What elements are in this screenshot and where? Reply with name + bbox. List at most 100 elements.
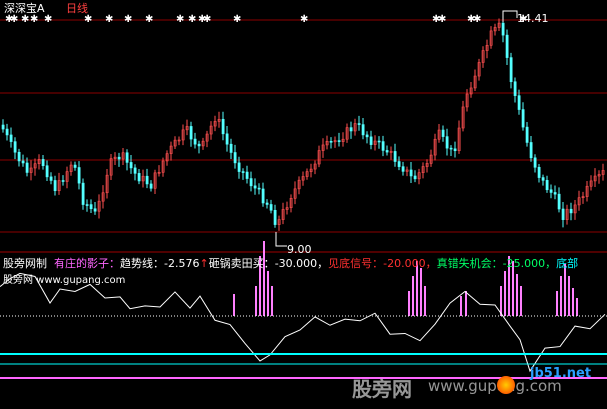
candle-body [17, 151, 21, 162]
indicator-bar [572, 288, 574, 316]
candle-body [365, 134, 369, 138]
stock-chart-window: ✱ ✱ ✱ ✱ ✱ ✱ ✱ ✱ ✱ ✱ ✱ ✱ ✱ ✱ ✱ ✱ ✱ ✱ ✱ ✱ 深深宝A 日线 14.41 9.00 … [0, 0, 607, 409]
candle-body [265, 202, 269, 205]
candle-body [261, 188, 265, 204]
indicator-item: 趋势线： [120, 257, 164, 270]
indicator-bar [412, 276, 414, 316]
candle-body [541, 177, 545, 181]
indicator-values-row: 有庄的影子：趋势线：-2.576↑砸锅卖田买：-30.000，见底信号：-20.… [54, 257, 578, 270]
signal-marker-icon: ✱ [300, 14, 308, 25]
candle-body [81, 182, 85, 205]
signal-marker-icon: ✱ [176, 14, 184, 25]
indicator-bar [263, 241, 265, 316]
candle-body [241, 171, 245, 173]
signal-marker-icon: ✱ [105, 14, 113, 25]
candle-body [369, 136, 373, 145]
indicator-item: 见底信号： [328, 257, 384, 270]
indicator-bar [460, 296, 462, 316]
watermark-top: 股旁网 www.gupang.com [3, 275, 126, 286]
indicator-bar [520, 286, 522, 316]
candle-body [329, 140, 333, 143]
candle-body [273, 209, 277, 225]
candle-body [553, 192, 557, 195]
indicator-bar [504, 271, 506, 316]
candle-body [521, 109, 525, 128]
candle-body [253, 185, 257, 189]
candle-body [501, 22, 505, 36]
candle-body [145, 175, 149, 185]
signal-marker-icon: ✱ [233, 14, 241, 25]
indicator-bar [233, 294, 235, 316]
candle-body [257, 187, 261, 190]
candle-body [449, 147, 453, 150]
candle-body [197, 143, 201, 147]
indicator-item: 砸锅卖田买： [208, 257, 275, 270]
candle-body [453, 148, 457, 152]
high-price-label: 14.41 [517, 12, 549, 25]
candle-body [189, 126, 193, 140]
candle-body [233, 152, 237, 164]
candle-body [149, 183, 153, 189]
candle-body [561, 208, 565, 220]
candle-body [41, 159, 45, 167]
signal-marker-icon: ✱ [44, 14, 52, 25]
signal-marker-icon: ✱ [124, 14, 132, 25]
candle-body [13, 141, 17, 153]
period-label[interactable]: 日线 [66, 2, 88, 15]
candle-body [349, 127, 353, 132]
indicator-bar [267, 271, 269, 316]
candle-body [129, 162, 133, 169]
candle-body [397, 161, 401, 167]
candle-body [21, 160, 25, 164]
low-price-label: 9.00 [287, 243, 312, 256]
indicator-bar [556, 291, 558, 316]
candle-body [73, 164, 77, 168]
indicator-bar [576, 298, 578, 316]
candle-body [229, 143, 233, 153]
candle-body [537, 166, 541, 178]
candle-body [377, 140, 381, 143]
indicator-item: ↑ [199, 257, 209, 270]
candle-body [249, 178, 253, 187]
candle-body [361, 124, 365, 136]
candle-body [505, 34, 509, 58]
indicator-bar [271, 286, 273, 316]
candle-body [269, 204, 273, 211]
candle-body [393, 151, 397, 162]
candle-body [441, 129, 445, 137]
candle-body [413, 175, 417, 180]
candle-body [125, 152, 129, 163]
indicator-bar [560, 276, 562, 316]
signal-marker-icon: ✱ [30, 14, 38, 25]
kline-chart[interactable]: ✱✱ ✱ ✱ ✱ ✱ ✱ ✱ ✱ ✱ ✱ ✱✱ ✱ ✱ ✱✱ ✱✱ ✱ [0, 0, 607, 409]
candle-body [85, 204, 89, 206]
candle-body [117, 156, 121, 160]
candle-body [517, 95, 521, 110]
watermark-corner: jb51.net [530, 366, 592, 381]
indicator-item: -25.000， [502, 257, 557, 270]
indicator-line [0, 272, 606, 373]
candle-body [545, 180, 549, 191]
indicator-formula-name[interactable]: 股旁网制 [3, 257, 47, 270]
candle-body [549, 189, 553, 193]
candle-body [445, 136, 449, 149]
candle-body [337, 140, 341, 142]
candle-body [509, 57, 513, 83]
candle-body [409, 169, 413, 177]
candle-body [357, 123, 361, 125]
candle-body [513, 81, 517, 96]
candle-body [221, 118, 225, 135]
candle-body [557, 193, 561, 210]
candle-body [225, 133, 229, 145]
watermark-logo-icon [497, 376, 515, 394]
indicator-item: -30.000， [274, 257, 329, 270]
indicator-bar [420, 268, 422, 316]
candle-body [1, 124, 5, 130]
signal-marker-icon: ✱ [10, 14, 18, 25]
stock-name[interactable]: 深深宝A [4, 2, 45, 15]
candle-body [193, 138, 197, 145]
signal-marker-icon: ✱ [438, 14, 446, 25]
signal-marker-icon: ✱ [188, 14, 196, 25]
indicator-item: 底部 [556, 257, 579, 270]
candle-body [133, 167, 137, 174]
